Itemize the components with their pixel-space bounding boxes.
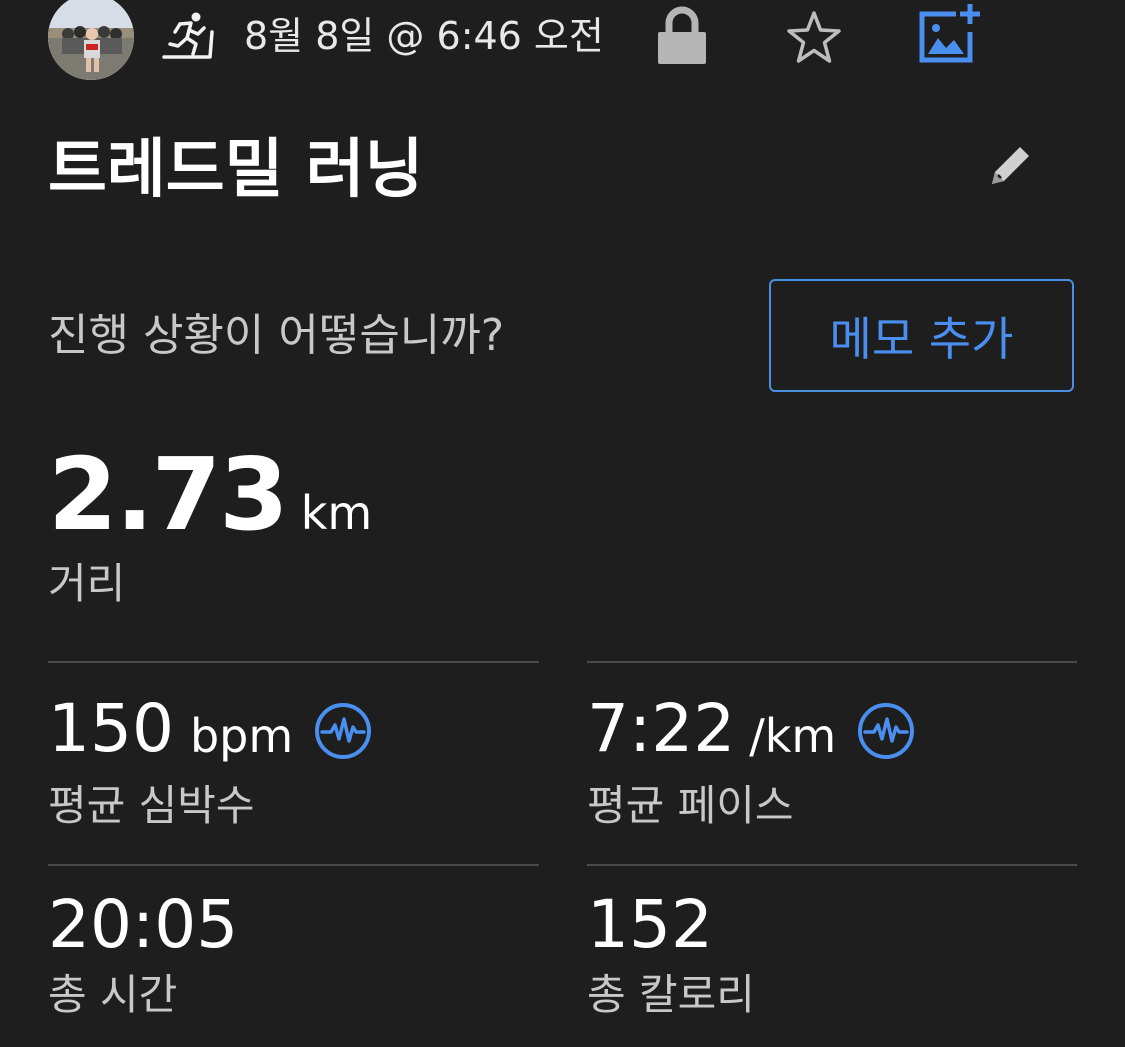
pace-label: 평균 페이스 [587,781,794,830]
heart-rate-unit: bpm [189,709,294,763]
distance-unit: km [300,486,373,540]
add-photo-icon[interactable] [916,2,982,66]
heart-rate-sensor-icon[interactable] [313,701,373,761]
distance-label: 거리 [48,559,126,608]
activity-title: 트레드밀 러닝 [48,133,424,207]
total-time-label: 총 시간 [48,970,178,1019]
heart-rate-label: 평균 심박수 [48,781,255,830]
divider [48,661,539,663]
avatar[interactable] [48,0,134,80]
lock-icon[interactable] [656,6,708,66]
calories-label: 총 칼로리 [587,970,755,1019]
total-time-stat[interactable]: 20:05 총 시간 [48,885,238,1023]
activity-header: 8월 8일 @ 6:46 오전 [0,0,1125,80]
calories-value-row: 152 [587,885,755,965]
treadmill-run-icon [162,12,214,59]
pace-unit: /km [749,709,837,763]
pace-value-row: 7:22 /km [587,682,916,776]
divider [587,864,1077,866]
star-icon[interactable] [784,8,844,68]
heart-rate-value-row: 150 bpm [48,682,373,776]
calories-number: 152 [587,886,713,963]
pace-sensor-icon[interactable] [856,701,916,761]
pace-number: 7:22 [587,690,736,767]
heart-rate-number: 150 [48,690,174,767]
distance-number: 2.73 [48,436,289,553]
feedback-prompt: 진행 상황이 어떻습니까? [48,310,505,361]
add-memo-button[interactable]: 메모 추가 [769,279,1074,392]
pencil-icon[interactable] [984,140,1036,192]
avg-pace-stat[interactable]: 7:22 /km 평균 페이스 [587,682,916,834]
avg-heart-rate-stat[interactable]: 150 bpm 평균 심박수 [48,682,373,834]
total-time-number: 20:05 [48,886,239,963]
total-time-value-row: 20:05 [48,885,238,965]
total-calories-stat[interactable]: 152 총 칼로리 [587,885,755,1023]
avatar-photo [48,0,134,80]
activity-date: 8월 8일 @ 6:46 오전 [244,14,604,58]
divider [587,661,1077,663]
divider [48,864,539,866]
